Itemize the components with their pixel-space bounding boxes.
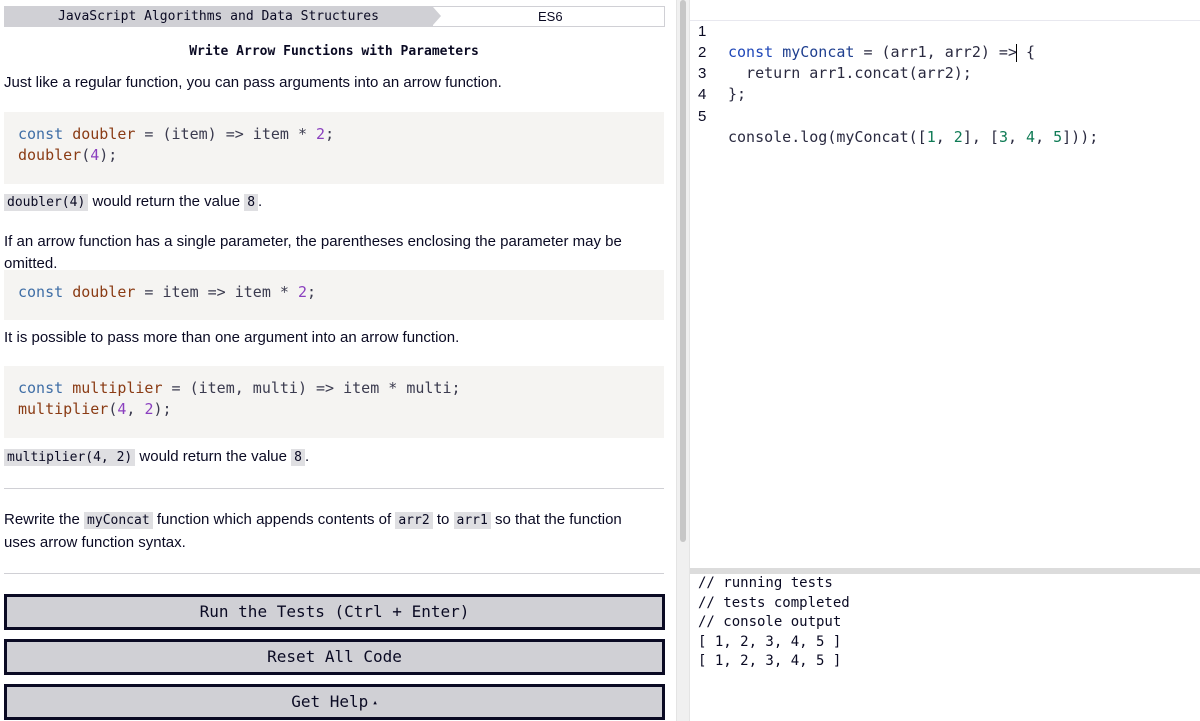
code-identifier: multiplier bbox=[18, 400, 109, 418]
code-example-1: const doubler = (item) => item * 2; doub… bbox=[4, 112, 664, 184]
get-help-button[interactable]: Get Help ▴ bbox=[4, 684, 665, 720]
console-line: // tests completed bbox=[698, 594, 850, 611]
get-help-label: Get Help bbox=[291, 692, 369, 711]
paragraph-text: . bbox=[258, 193, 263, 210]
code-identifier: doubler bbox=[18, 146, 82, 164]
breadcrumb-superblock[interactable]: JavaScript Algorithms and Data Structure… bbox=[5, 7, 433, 26]
code-text: ( bbox=[108, 400, 118, 418]
code-number: 2 bbox=[953, 128, 963, 146]
line-number: 5 bbox=[698, 108, 707, 125]
code-number: 3 bbox=[998, 128, 1008, 146]
code-text: ( bbox=[81, 146, 91, 164]
code-text: = item => item * bbox=[135, 283, 298, 301]
paragraph-text: would return the value bbox=[92, 193, 241, 210]
pane-resizer[interactable] bbox=[676, 0, 690, 721]
divider bbox=[4, 488, 664, 489]
code-editor[interactable]: 1 const myConcat = (arr1, arr2) => { 2 r… bbox=[690, 0, 1200, 568]
editor-line[interactable]: 5 console.log(myConcat([1, 2], [3, 4, 5]… bbox=[690, 85, 1200, 146]
code-text: = (item, multi) => item * multi; bbox=[162, 379, 461, 397]
code-text: ; bbox=[325, 125, 335, 143]
caret-up-icon: ▴ bbox=[372, 697, 378, 708]
code-number: 2 bbox=[316, 125, 326, 143]
paragraph-single-param: If an arrow function has a single parame… bbox=[4, 233, 622, 272]
paragraph-text: function which appends contents of bbox=[156, 511, 392, 528]
console-line: [ 1, 2, 3, 4, 5 ] bbox=[698, 633, 842, 650]
code-text: , bbox=[935, 128, 954, 146]
editor-line[interactable]: 4 bbox=[690, 63, 1200, 103]
code-text: ); bbox=[153, 400, 172, 418]
paragraph-multiplier-result: multiplier(4, 2) would return the value … bbox=[4, 446, 309, 469]
code-text: , bbox=[1007, 128, 1027, 146]
inline-code: 8 bbox=[244, 194, 259, 211]
editor-line[interactable]: 2 return arr1.concat(arr2); bbox=[690, 21, 1200, 82]
paragraph-doubler-result: doubler(4) would return the value 8. bbox=[4, 191, 262, 214]
scrollbar-thumb[interactable] bbox=[680, 0, 686, 542]
inline-code: arr2 bbox=[395, 512, 433, 529]
code-example-3: const multiplier = (item, multi) => item… bbox=[4, 366, 664, 438]
code-text: , bbox=[1035, 128, 1054, 146]
editor-line[interactable]: 3 }; bbox=[690, 42, 1200, 103]
code-number: 2 bbox=[297, 283, 307, 301]
code-number: 4 bbox=[1026, 128, 1036, 146]
inline-code: myConcat bbox=[84, 512, 153, 529]
paragraph-intro: Just like a regular function, you can pa… bbox=[4, 74, 502, 91]
code-text: = (item) => item * bbox=[135, 125, 317, 143]
code-number: 4 bbox=[90, 146, 100, 164]
code-example-2: const doubler = item => item * 2; bbox=[4, 270, 664, 320]
code-keyword: const bbox=[18, 125, 64, 143]
code-text: ); bbox=[99, 146, 118, 164]
console-output: // running tests // tests completed // con… bbox=[690, 574, 1200, 721]
code-text: , bbox=[126, 400, 145, 418]
challenge-instructions: Rewrite the myConcat function which appe… bbox=[4, 509, 644, 554]
breadcrumb-chapter[interactable]: ES6 bbox=[538, 7, 563, 26]
console-line: // running tests bbox=[698, 575, 833, 591]
paragraph-text: . bbox=[305, 448, 310, 465]
paragraph-text: to bbox=[436, 511, 450, 528]
code-text: ; bbox=[307, 283, 317, 301]
code-keyword: const bbox=[18, 283, 64, 301]
code-identifier: multiplier bbox=[72, 379, 163, 397]
console-line: [ 1, 2, 3, 4, 5 ] bbox=[698, 653, 842, 669]
code-number: 1 bbox=[926, 128, 936, 146]
line-code[interactable]: console.log(myConcat([1, 2], [3, 4, 5]))… bbox=[728, 127, 1098, 148]
breadcrumb-arrow bbox=[433, 7, 441, 25]
console-line: // console output bbox=[698, 614, 842, 630]
inline-code: 8 bbox=[291, 449, 305, 466]
paragraph-text: Rewrite the bbox=[4, 511, 80, 528]
inline-code: arr1 bbox=[453, 512, 491, 529]
code-number: 5 bbox=[1053, 128, 1063, 146]
challenge-title: Write Arrow Functions with Parameters bbox=[189, 44, 479, 59]
reset-code-button[interactable]: Reset All Code bbox=[4, 639, 665, 675]
paragraph-multiple-args: It is possible to pass more than one arg… bbox=[4, 329, 460, 346]
code-identifier: doubler bbox=[72, 125, 136, 143]
editor-line[interactable]: 1 const myConcat = (arr1, arr2) => { bbox=[690, 0, 1200, 62]
paragraph-text: would return the value bbox=[139, 448, 287, 465]
code-text: ], [ bbox=[962, 128, 999, 146]
code-identifier: doubler bbox=[72, 283, 136, 301]
inline-code: doubler(4) bbox=[4, 194, 89, 211]
inline-code: multiplier(4, 2) bbox=[4, 449, 136, 466]
code-text: ])); bbox=[1062, 128, 1099, 146]
run-tests-button[interactable]: Run the Tests (Ctrl + Enter) bbox=[4, 594, 665, 630]
divider bbox=[4, 573, 664, 574]
breadcrumb: JavaScript Algorithms and Data Structure… bbox=[4, 6, 665, 27]
code-text: console.log(myConcat([ bbox=[728, 128, 927, 146]
instructions-pane: JavaScript Algorithms and Data Structure… bbox=[0, 0, 676, 721]
code-keyword: const bbox=[18, 379, 64, 397]
